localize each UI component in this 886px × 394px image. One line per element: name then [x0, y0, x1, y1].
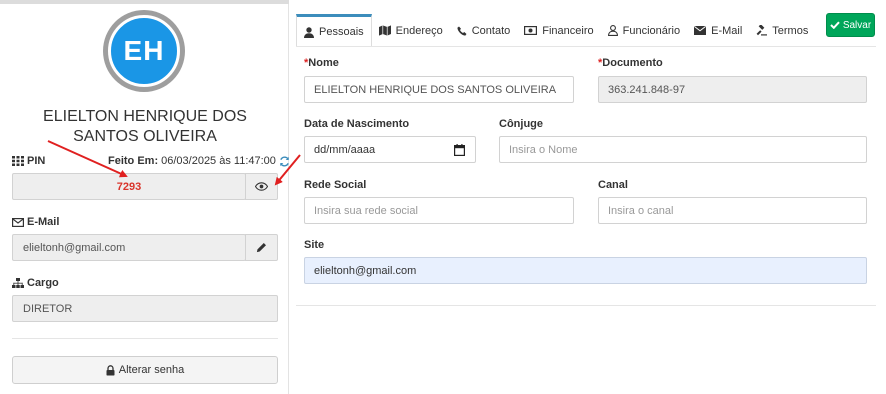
money-icon [524, 26, 538, 35]
envelope-icon [694, 26, 707, 35]
save-label: Salvar [842, 19, 872, 31]
lock-icon [106, 364, 115, 375]
canal-label: Canal [598, 179, 628, 191]
site-label: Site [304, 239, 325, 251]
tab-label: Endereço [395, 24, 443, 37]
calendar-icon[interactable] [454, 144, 465, 156]
tab-label: Funcionário [622, 24, 681, 37]
show-pin-button[interactable] [245, 173, 278, 200]
tab-email[interactable]: E-Mail [687, 14, 749, 47]
nome-input[interactable]: ELIELTON HENRIQUE DOS SANTOS OLIVEIRA [304, 76, 574, 103]
tab-termos[interactable]: Termos [749, 14, 815, 47]
tab-label: E-Mail [711, 24, 743, 37]
eye-icon [255, 182, 268, 191]
pin-label-text: PIN [27, 155, 46, 167]
pencil-icon [256, 243, 266, 253]
envelope-outline-icon [12, 217, 24, 227]
save-button[interactable]: Salvar [826, 13, 875, 37]
divider [12, 338, 278, 339]
gavel-icon [756, 25, 768, 36]
sitemap-icon [12, 278, 24, 288]
user-icon [304, 26, 314, 38]
tab-bar: Pessoais Endereço Contato Financeiro Fun… [296, 14, 815, 47]
email-label-text: E-Mail [27, 216, 60, 228]
edit-email-button[interactable] [245, 234, 278, 261]
tab-label: Contato [471, 24, 511, 37]
refresh-icon[interactable] [279, 155, 290, 167]
conjuge-label: Cônjuge [499, 118, 543, 130]
nascimento-label: Data de Nascimento [304, 118, 410, 130]
map-icon [378, 25, 391, 36]
pin-label: PIN [12, 155, 45, 167]
made-at-value: 06/03/2025 às 11:47:00 [161, 155, 276, 167]
tab-label: Pessoais [319, 26, 364, 38]
nascimento-input[interactable]: dd/mm/aaaa [304, 136, 476, 163]
user-outline-icon [607, 25, 618, 36]
role-label-text: Cargo [27, 277, 59, 289]
site-input[interactable]: elieltonh@gmail.com [304, 257, 867, 284]
documento-label-text: Documento [602, 57, 663, 69]
change-password-button[interactable]: Alterar senha [12, 356, 278, 384]
documento-input: 363.241.848-97 [598, 76, 867, 103]
rede-social-label: Rede Social [304, 179, 367, 191]
avatar: EH [108, 15, 180, 87]
phone-icon [457, 26, 467, 36]
made-at: Feito Em: 06/03/2025 às 11:47:00 [108, 155, 290, 167]
tab-financeiro[interactable]: Financeiro [517, 14, 600, 47]
tab-endereco[interactable]: Endereço [372, 14, 450, 47]
check-icon [830, 21, 840, 29]
tab-contato[interactable]: Contato [450, 14, 518, 47]
role-field: DIRETOR [12, 295, 278, 322]
tab-label: Financeiro [542, 24, 594, 37]
tabs-underline [296, 46, 876, 47]
role-label: Cargo [12, 277, 59, 289]
profile-name: ELIELTON HENRIQUE DOS SANTOS OLIVEIRA [43, 108, 247, 145]
conjuge-input[interactable]: Insira o Nome [499, 136, 867, 163]
nome-label: *Nome [304, 57, 339, 69]
panel-top-border [0, 0, 289, 4]
grid-icon [12, 156, 24, 166]
nascimento-placeholder: dd/mm/aaaa [314, 143, 376, 156]
tab-funcionario[interactable]: Funcionário [601, 14, 687, 47]
email-label: E-Mail [12, 216, 59, 228]
avatar-initials: EH [123, 35, 165, 66]
tab-label: Termos [772, 24, 809, 37]
nome-label-text: Nome [308, 57, 339, 69]
pin-field: 7293 [12, 173, 246, 200]
rede-social-input[interactable]: Insira sua rede social [304, 197, 574, 224]
made-at-label: Feito Em: [108, 155, 159, 167]
documento-label: *Documento [598, 57, 663, 69]
change-password-label: Alterar senha [118, 364, 185, 376]
tab-pessoais[interactable]: Pessoais [296, 14, 372, 47]
email-field: elieltonh@gmail.com [12, 234, 246, 261]
profile-panel: EH ELIELTON HENRIQUE DOS SANTOS OLIVEIRA… [0, 0, 289, 394]
canal-input[interactable]: Insira o canal [598, 197, 867, 224]
form-bottom-divider [296, 305, 876, 306]
